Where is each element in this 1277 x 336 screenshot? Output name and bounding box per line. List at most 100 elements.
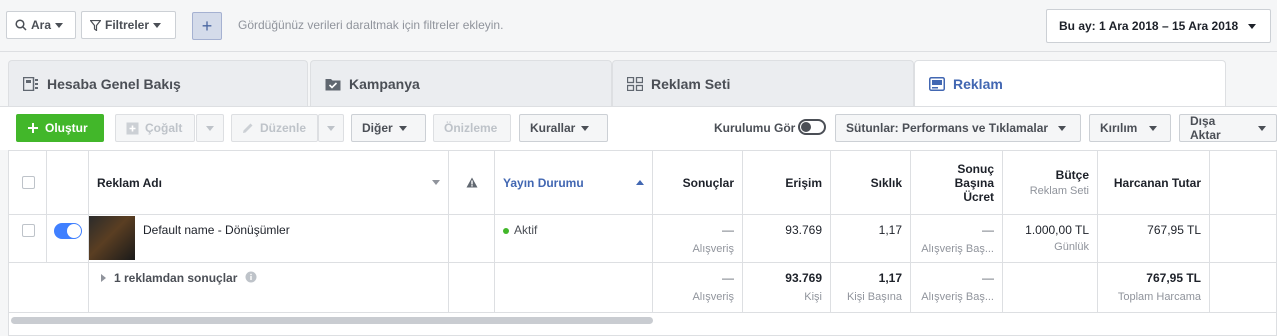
tab-account-overview[interactable]: Hesaba Genel Bakış <box>8 60 308 106</box>
column-header-cost-per-result[interactable]: Sonuç Başına Ücret <box>911 151 1003 215</box>
column-header-amount-spent[interactable]: Harcanan Tutar <box>1098 151 1210 215</box>
spent-sublabel: Toplam Harcama <box>1117 291 1201 303</box>
summary-delivery-cell <box>495 263 653 313</box>
expand-icon <box>101 274 106 282</box>
column-header-ad-name[interactable]: Reklam Adı <box>89 151 449 215</box>
columns-button[interactable]: Sütunlar: Performans ve Tıklamalar <box>835 114 1081 142</box>
overview-icon <box>23 76 38 91</box>
tab-ad[interactable]: Reklam <box>914 60 1226 107</box>
date-range-picker[interactable]: Bu ay: 1 Ara 2018 – 15 Ara 2018 <box>1046 9 1271 43</box>
export-button[interactable]: Dışa Aktar <box>1179 114 1277 142</box>
row-cost-cell: — Alışveriş Baş... <box>911 215 1003 263</box>
column-header-filler <box>1210 151 1277 215</box>
toggle-knob <box>801 122 811 132</box>
create-label: Oluştur <box>45 121 88 135</box>
summary-budget-cell <box>1003 263 1098 313</box>
row-results-cell: — Alışveriş <box>653 215 743 263</box>
header-label: Yayın Durumu <box>503 175 584 190</box>
tab-ad-set[interactable]: Reklam Seti <box>612 60 914 106</box>
summary-results-cell: — Alışveriş <box>653 263 743 313</box>
summary-reach-cell: 93.769 Kişi <box>743 263 831 313</box>
summary-cost-cell: — Alışveriş Baş... <box>911 263 1003 313</box>
row-ad-name-cell[interactable]: Default name - Dönüşümler <box>89 215 449 263</box>
summary-frequency-cell: 1,17 Kişi Başına <box>831 263 911 313</box>
duplicate-button[interactable]: Çoğalt <box>115 114 195 142</box>
cost-value: — <box>982 271 994 285</box>
chevron-down-icon <box>55 22 64 28</box>
chevron-down-icon <box>398 125 407 131</box>
sort-ascending-icon <box>636 180 644 185</box>
rules-button[interactable]: Kurallar <box>519 114 608 142</box>
column-header-frequency[interactable]: Sıklık <box>831 151 911 215</box>
row-reach-cell: 93.769 <box>743 215 831 263</box>
frequency-sublabel: Kişi Başına <box>846 291 902 303</box>
header-label: Harcanan Tutar <box>1113 175 1201 190</box>
reach-value: 93.769 <box>785 271 822 285</box>
header-sublabel: Reklam Seti <box>1029 185 1089 197</box>
spent-value: 767,95 TL <box>1147 223 1201 237</box>
duplicate-dropdown[interactable] <box>196 114 224 142</box>
toggle-knob <box>67 224 81 238</box>
ad-thumbnail[interactable] <box>89 216 135 260</box>
tab-campaign[interactable]: Kampanya <box>310 60 612 106</box>
results-value: — <box>722 271 734 285</box>
plus-icon <box>28 123 38 133</box>
add-filter-button[interactable]: + <box>192 12 222 40</box>
sort-icon <box>432 180 440 185</box>
filter-hint: Gördüğünüz verileri daraltmak için filtr… <box>238 18 504 32</box>
header-label: Reklam Adı <box>97 175 162 190</box>
summary-filler-cell <box>1210 263 1277 313</box>
ad-icon <box>929 77 945 91</box>
folder-check-icon <box>325 78 341 90</box>
row-checkbox[interactable] <box>22 224 35 237</box>
tab-label: Reklam <box>953 76 1003 92</box>
chevron-down-icon <box>1258 125 1266 131</box>
select-all-checkbox[interactable] <box>22 176 35 189</box>
info-icon <box>245 271 257 283</box>
summary-blank-cell <box>9 263 89 313</box>
rules-label: Kurallar <box>530 121 576 135</box>
chevron-down-icon <box>1058 125 1067 131</box>
header-label: Sonuç Başına Ücret <box>954 161 994 204</box>
edit-button[interactable]: Düzenle <box>231 114 318 142</box>
date-range-label: Bu ay: 1 Ara 2018 – 15 Ara 2018 <box>1059 19 1239 33</box>
column-header-warnings[interactable] <box>449 151 495 215</box>
breakdown-button[interactable]: Kırılım <box>1089 114 1171 142</box>
chevron-down-icon <box>581 125 590 131</box>
filters-button[interactable]: Filtreler <box>81 11 176 39</box>
view-setup-toggle[interactable] <box>798 119 826 135</box>
delivery-status: Aktif <box>514 223 538 237</box>
chevron-down-icon <box>1149 125 1158 131</box>
duplicate-icon <box>126 122 139 134</box>
column-header-budget[interactable]: Bütçe Reklam Seti <box>1003 151 1098 215</box>
row-budget-cell[interactable]: 1.000,00 TL Günlük <box>1003 215 1098 263</box>
create-button[interactable]: Oluştur <box>16 114 104 142</box>
search-button[interactable]: Ara <box>6 11 76 39</box>
horizontal-scrollbar[interactable] <box>11 317 653 324</box>
edit-dropdown[interactable] <box>318 114 344 142</box>
plus-icon: + <box>201 15 213 36</box>
cost-sublabel: Alışveriş Baş... <box>921 243 994 255</box>
header-label: Sıklık <box>870 175 902 190</box>
header-label: Erişim <box>785 175 822 190</box>
columns-label: Sütunlar: Performans ve Tıklamalar <box>846 121 1049 135</box>
level-tabs: Hesaba Genel Bakış Kampanya Reklam Seti … <box>0 60 1277 107</box>
toggle-column-header <box>47 151 89 215</box>
results-sublabel: Alışveriş <box>692 243 734 255</box>
search-icon <box>15 19 27 31</box>
column-header-reach[interactable]: Erişim <box>743 151 831 215</box>
breakdown-label: Kırılım <box>1100 121 1138 135</box>
chevron-down-icon <box>327 125 335 131</box>
filter-bar: Ara Filtreler + Gördüğünüz verileri dara… <box>0 0 1277 52</box>
column-header-results[interactable]: Sonuçlar <box>653 151 743 215</box>
row-delivery-cell: Aktif <box>495 215 653 263</box>
summary-label-cell[interactable]: 1 reklamdan sonuçlar <box>89 263 449 313</box>
more-button[interactable]: Diğer <box>351 114 426 142</box>
frequency-value: 1,17 <box>878 271 902 285</box>
preview-button[interactable]: Önizleme <box>433 114 511 142</box>
tab-label: Kampanya <box>349 75 420 92</box>
grid-icon <box>627 76 643 91</box>
column-header-delivery[interactable]: Yayın Durumu <box>495 151 653 215</box>
filter-icon <box>90 19 101 31</box>
ad-status-toggle[interactable] <box>54 223 82 239</box>
